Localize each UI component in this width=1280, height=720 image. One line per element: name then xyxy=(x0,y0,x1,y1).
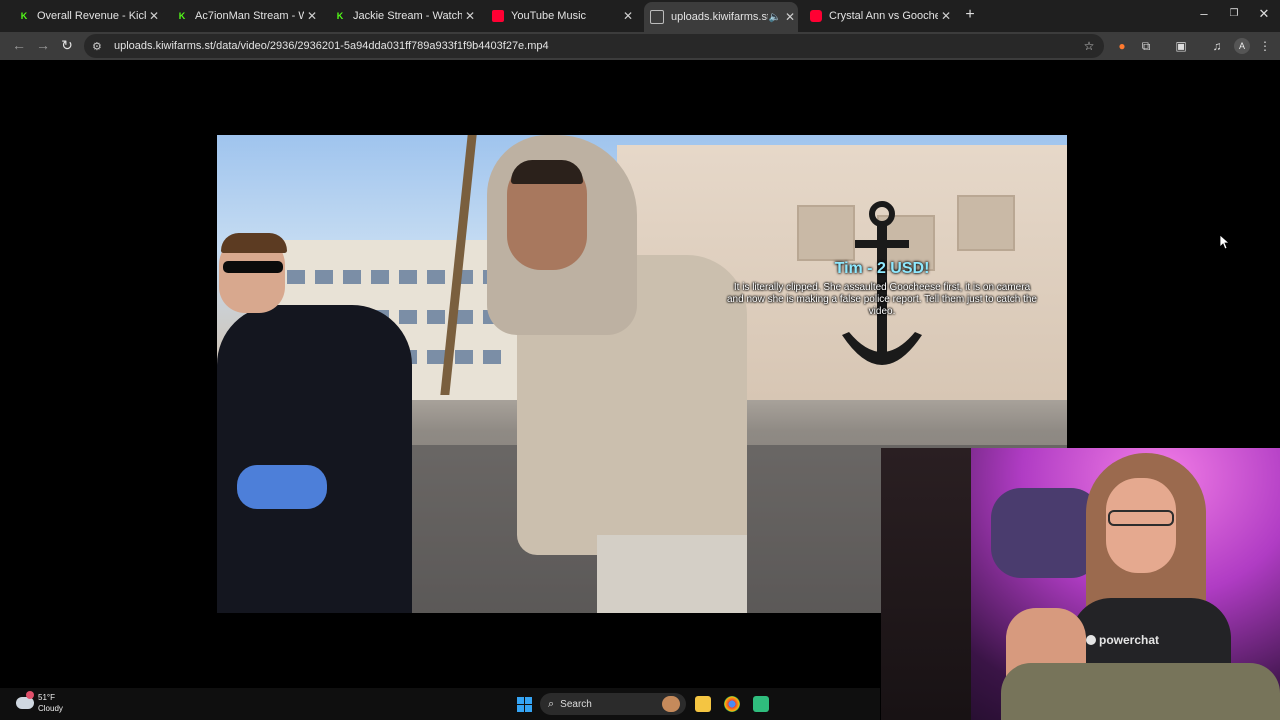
site-info-icon[interactable]: ⚙ xyxy=(92,40,106,53)
chrome-icon[interactable] xyxy=(724,696,740,712)
close-icon[interactable]: ✕ xyxy=(782,10,798,24)
obs-app-icon[interactable] xyxy=(753,696,769,712)
minimize-icon[interactable]: – xyxy=(1194,6,1214,21)
search-highlight-icon xyxy=(662,696,680,712)
shirt-logo: powerchat xyxy=(1086,633,1159,647)
extensions-puzzle-icon[interactable]: ⧉ xyxy=(1139,39,1153,53)
tab-ac7ionman-stream[interactable]: K Ac7ionMan Stream - Watch Live ✕ xyxy=(170,4,320,28)
tab-title: Jackie Stream - Watch Live on K xyxy=(353,10,462,22)
tab-kick-dashboard[interactable]: K Overall Revenue - Kick Dashboard ✕ xyxy=(12,4,162,28)
taskbar-search[interactable]: ⌕ Search xyxy=(540,693,686,715)
tab-crystal-ann-video[interactable]: Crystal Ann vs Goocheese (AFT ✕ xyxy=(804,4,954,28)
tab-youtube-music[interactable]: YouTube Music ✕ xyxy=(486,4,636,28)
windows-taskbar: 51°F Cloudy ⌕ Search xyxy=(0,688,880,720)
donation-message: It is literally clipped. She assaulted G… xyxy=(727,282,1037,317)
cloud-icon xyxy=(16,691,34,709)
globe-icon xyxy=(650,10,664,24)
side-panel-icon[interactable]: ▣ xyxy=(1174,39,1188,53)
police-officer xyxy=(217,233,457,613)
mouse-cursor-icon xyxy=(1220,235,1230,249)
new-tab-plus-icon[interactable]: + xyxy=(962,6,978,24)
address-bar[interactable]: ⚙ uploads.kiwifarms.st/data/video/2936/2… xyxy=(84,34,1104,58)
media-control-icon[interactable]: ♫ xyxy=(1210,39,1224,53)
bookmark-star-icon[interactable]: ☆ xyxy=(1082,39,1096,53)
profile-avatar[interactable]: A xyxy=(1234,38,1250,54)
tab-title: Ac7ionMan Stream - Watch Live xyxy=(195,10,304,22)
extension-fire-icon[interactable]: ● xyxy=(1115,39,1129,53)
browser-toolbar: ← → ↻ ⚙ uploads.kiwifarms.st/data/video/… xyxy=(0,32,1280,60)
close-icon[interactable]: ✕ xyxy=(938,9,954,23)
forward-arrow-icon[interactable]: → xyxy=(35,37,51,53)
reload-icon[interactable]: ↻ xyxy=(59,37,75,54)
close-icon[interactable]: ✕ xyxy=(146,9,162,23)
weather-widget[interactable]: 51°F Cloudy xyxy=(16,691,63,714)
search-label: Search xyxy=(560,698,592,710)
hooded-man xyxy=(487,135,747,613)
windows-start-icon[interactable] xyxy=(517,697,532,712)
close-window-icon[interactable]: ✕ xyxy=(1254,6,1274,22)
tab-title: uploads.kiwifarms.st/data/v xyxy=(671,11,768,23)
menu-kebab-icon[interactable]: ⋮ xyxy=(1258,39,1272,53)
youtube-music-icon xyxy=(492,10,504,22)
glasses xyxy=(1108,510,1174,526)
webcam-overlay: powerchat xyxy=(881,448,1280,720)
kick-icon: K xyxy=(20,11,28,21)
temperature-label: 51°F xyxy=(38,693,55,702)
condition-label: Cloudy xyxy=(38,704,63,713)
tab-kiwifarms-upload[interactable]: uploads.kiwifarms.st/data/v 🔈 ✕ xyxy=(644,2,798,32)
close-icon[interactable]: ✕ xyxy=(462,9,478,23)
tab-strip: K Overall Revenue - Kick Dashboard ✕ K A… xyxy=(0,0,1280,32)
tab-jackie-stream[interactable]: K Jackie Stream - Watch Live on K ✕ xyxy=(328,4,478,28)
donation-title: Tim - 2 USD! xyxy=(834,260,930,277)
kick-icon: K xyxy=(336,11,344,21)
file-explorer-icon[interactable] xyxy=(695,696,711,712)
url-text: uploads.kiwifarms.st/data/video/2936/293… xyxy=(114,40,549,52)
close-icon[interactable]: ✕ xyxy=(304,9,320,23)
tab-title: Overall Revenue - Kick Dashboard xyxy=(37,10,146,22)
tab-title: Crystal Ann vs Goocheese (AFT xyxy=(829,10,938,22)
back-arrow-icon[interactable]: ← xyxy=(11,37,27,53)
youtube-icon xyxy=(810,10,822,22)
close-icon[interactable]: ✕ xyxy=(620,9,636,23)
tab-title: YouTube Music xyxy=(511,10,587,22)
speaker-icon[interactable]: 🔈 xyxy=(768,12,782,23)
kick-icon: K xyxy=(178,11,186,21)
search-icon: ⌕ xyxy=(548,697,555,710)
restore-icon[interactable]: ❐ xyxy=(1224,8,1244,19)
